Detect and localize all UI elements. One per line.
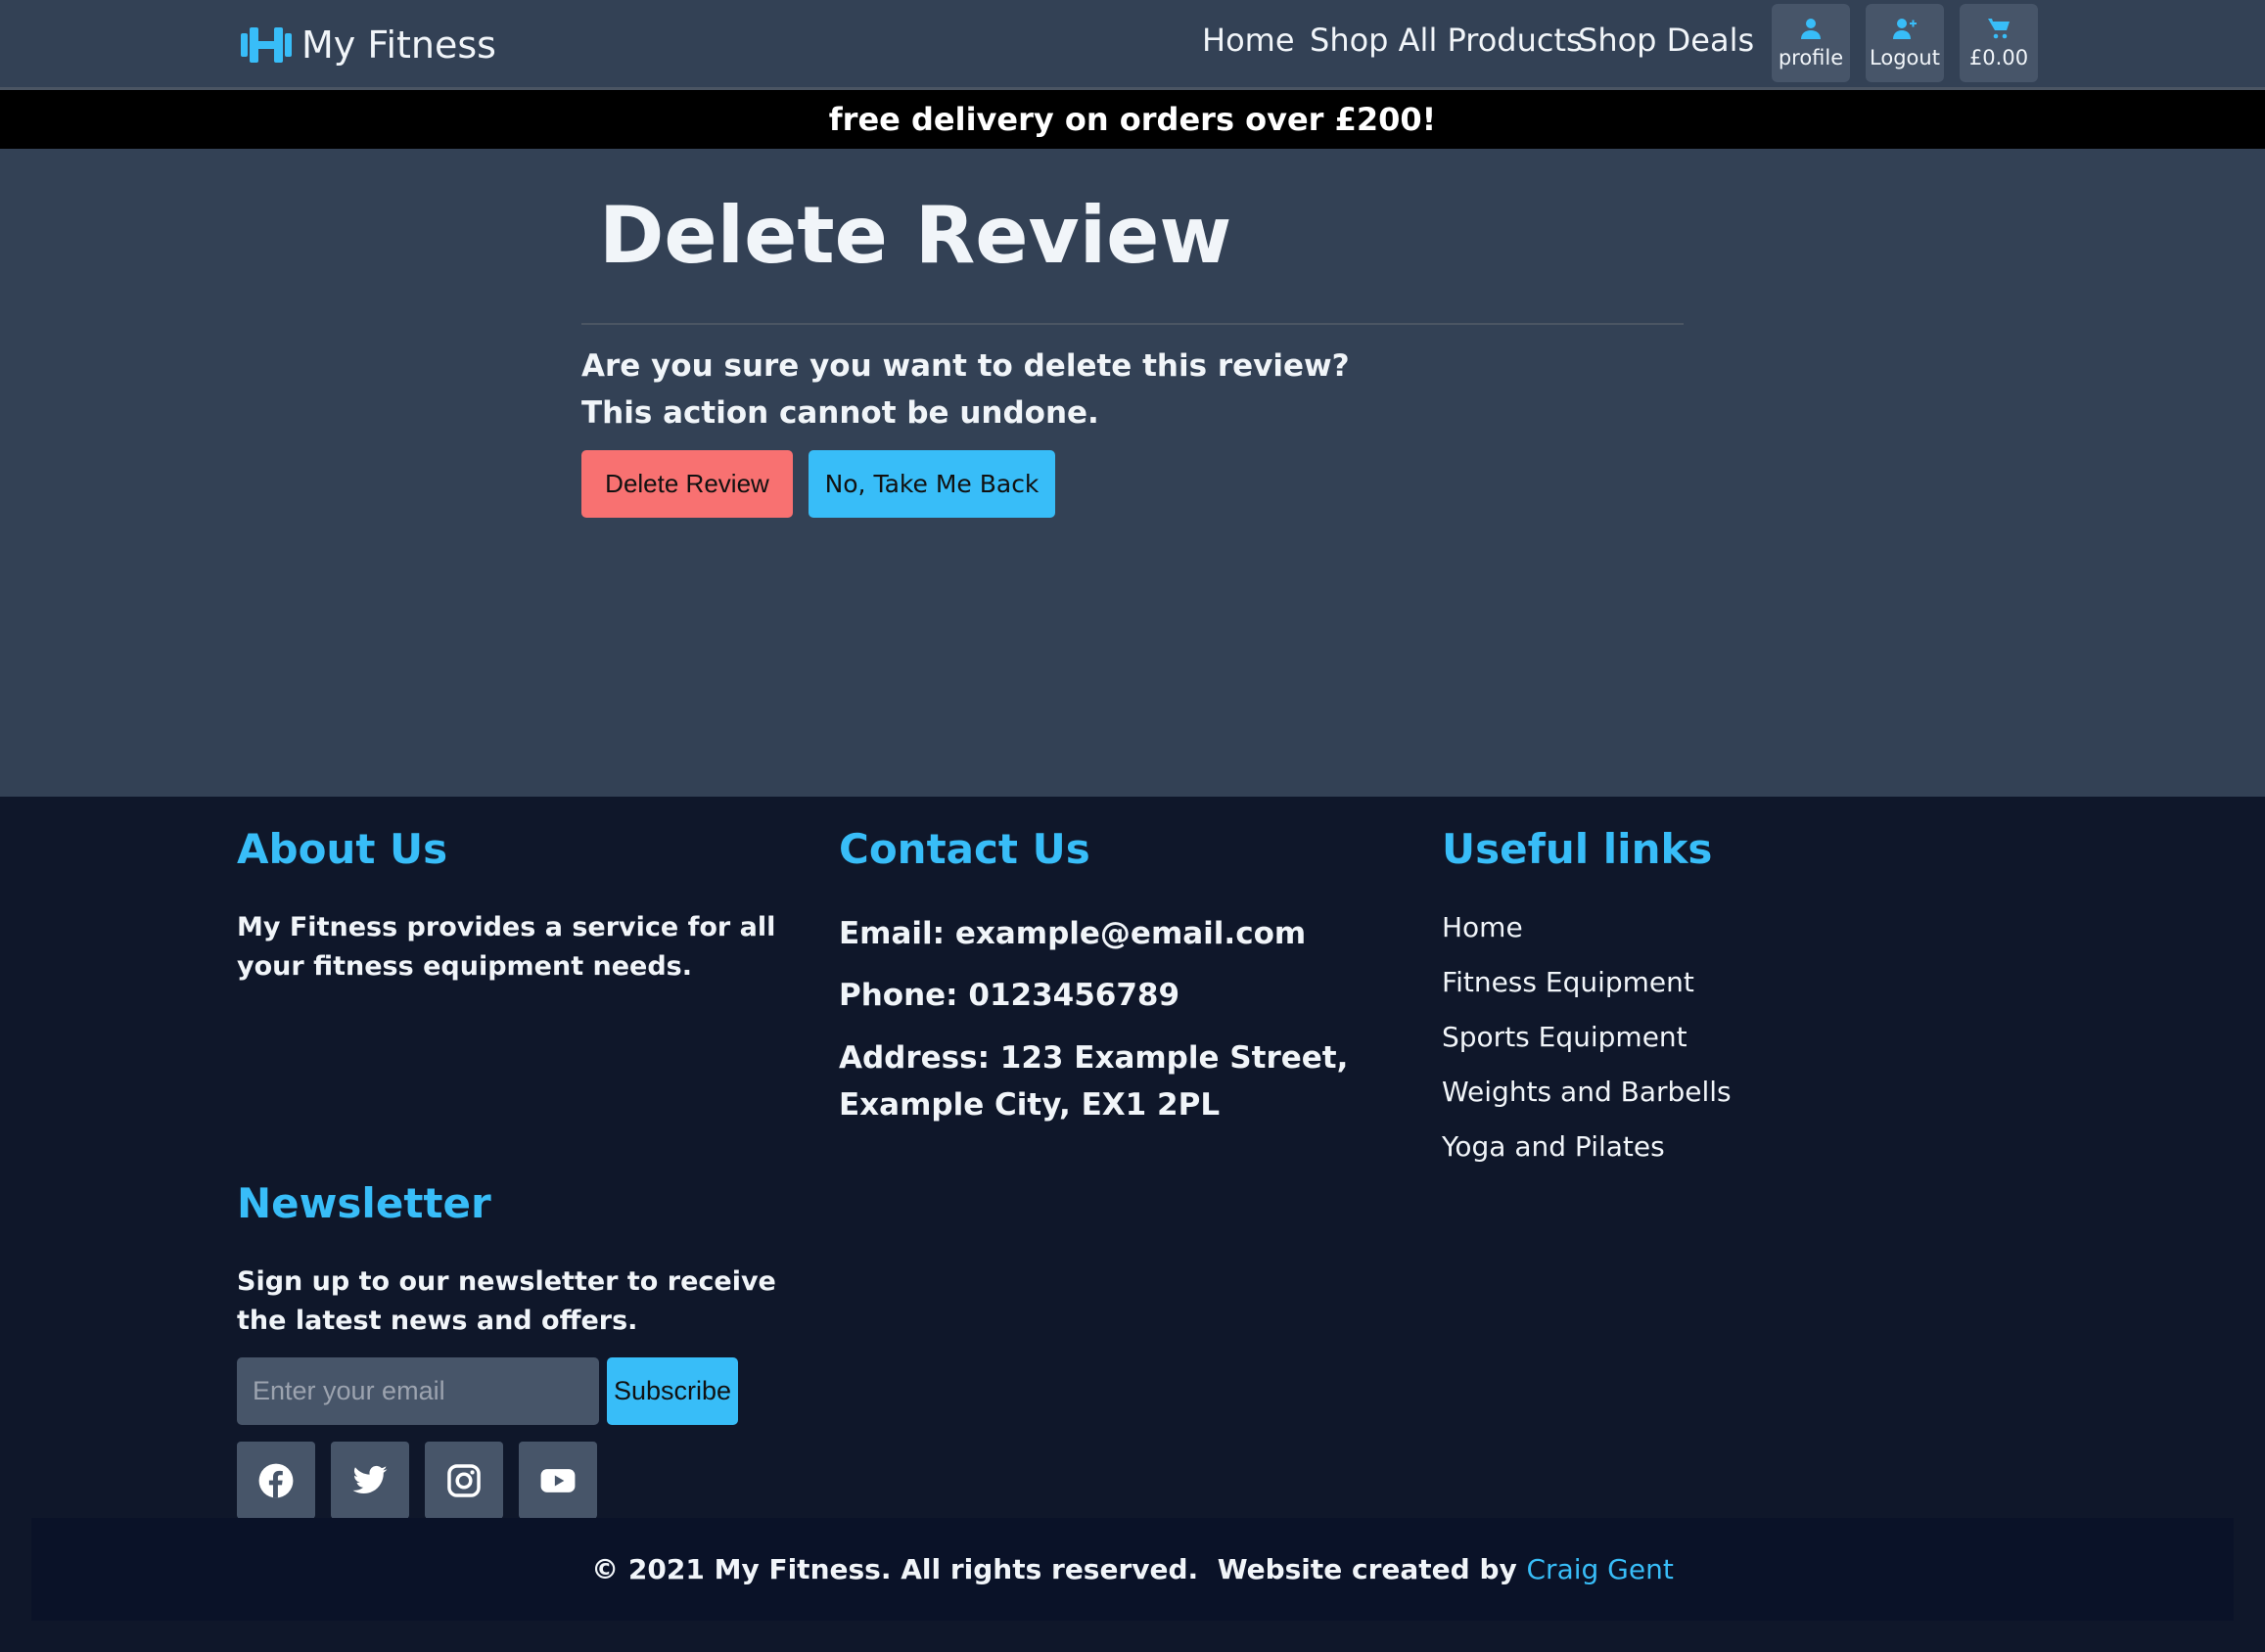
twitter-icon xyxy=(352,1465,388,1493)
instagram-icon xyxy=(447,1463,481,1497)
profile-button[interactable]: profile xyxy=(1772,4,1850,82)
copyright-text: © 2021 My Fitness. All rights reserved. … xyxy=(591,1553,1527,1585)
copyright-bar: © 2021 My Fitness. All rights reserved. … xyxy=(31,1518,2234,1621)
contact-phone: Phone: 0123456789 xyxy=(839,978,1180,1013)
newsletter-email-input[interactable] xyxy=(237,1357,599,1425)
nav-link-home[interactable]: Home xyxy=(1202,22,1295,59)
take-me-back-button[interactable]: No, Take Me Back xyxy=(809,450,1055,518)
contact-address: Address: 123 Example Street, Example Cit… xyxy=(839,1040,1349,1123)
confirm-line-1: Are you sure you want to delete this rev… xyxy=(581,348,1350,384)
dumbbell-icon xyxy=(241,27,292,63)
confirm-message: Are you sure you want to delete this rev… xyxy=(581,343,1350,436)
useful-links-heading: Useful links xyxy=(1442,825,1713,873)
delete-review-button[interactable]: Delete Review xyxy=(581,450,793,518)
brand-name: My Fitness xyxy=(301,23,496,67)
footer-link-home[interactable]: Home xyxy=(1442,911,1523,943)
page-title: Delete Review xyxy=(599,190,1232,281)
delivery-banner-text: free delivery on orders over £200! xyxy=(828,101,1437,138)
user-icon xyxy=(1801,19,1821,39)
main-content: Delete Review Are you sure you want to d… xyxy=(0,149,2265,797)
cart-icon xyxy=(1988,19,2010,39)
delivery-banner: free delivery on orders over £200! xyxy=(0,90,2265,149)
instagram-link[interactable] xyxy=(425,1442,503,1519)
footer-link-sports-equipment[interactable]: Sports Equipment xyxy=(1442,1021,1687,1053)
footer-link-weights-and-barbells[interactable]: Weights and Barbells xyxy=(1442,1076,1732,1108)
newsletter-heading: Newsletter xyxy=(237,1179,491,1227)
facebook-icon xyxy=(258,1463,294,1497)
profile-label: profile xyxy=(1778,46,1844,69)
facebook-link[interactable] xyxy=(237,1442,315,1519)
footer-link-yoga-and-pilates[interactable]: Yoga and Pilates xyxy=(1442,1130,1665,1163)
confirm-line-2: This action cannot be undone. xyxy=(581,395,1099,431)
author-link[interactable]: Craig Gent xyxy=(1527,1553,1674,1585)
user-plus-icon xyxy=(1893,19,1917,39)
navbar: My Fitness Home Shop All Products Shop D… xyxy=(0,0,2265,90)
cart-button[interactable]: £0.00 xyxy=(1960,4,2038,82)
contact-email: Email: example@email.com xyxy=(839,916,1307,951)
youtube-icon xyxy=(540,1468,576,1492)
subscribe-button[interactable]: Subscribe xyxy=(607,1357,738,1425)
youtube-link[interactable] xyxy=(519,1442,597,1519)
footer-link-fitness-equipment[interactable]: Fitness Equipment xyxy=(1442,966,1694,998)
nav-link-shop-deals[interactable]: Shop Deals xyxy=(1578,22,1754,59)
cart-total: £0.00 xyxy=(1968,46,2029,69)
newsletter-text: Sign up to our newsletter to receive the… xyxy=(237,1266,776,1336)
about-heading: About Us xyxy=(237,825,448,873)
logout-label: Logout xyxy=(1870,46,1940,69)
contact-heading: Contact Us xyxy=(839,825,1090,873)
about-text: My Fitness provides a service for all yo… xyxy=(237,912,776,982)
nav-link-shop-all-products[interactable]: Shop All Products xyxy=(1310,22,1583,59)
brand-logo[interactable]: My Fitness xyxy=(241,18,496,72)
divider xyxy=(581,323,1684,325)
logout-button[interactable]: Logout xyxy=(1866,4,1944,82)
twitter-link[interactable] xyxy=(331,1442,409,1519)
